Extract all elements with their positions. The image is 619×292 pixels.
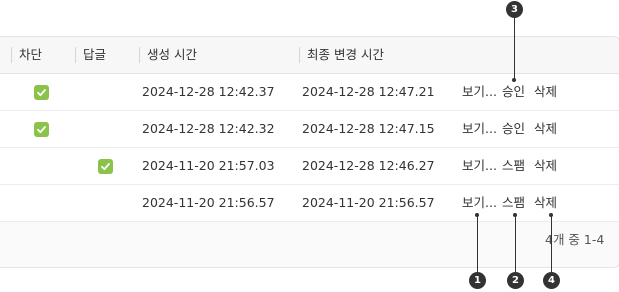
header-block[interactable]: 차단	[10, 37, 42, 73]
header-modified[interactable]: 최종 변경 시간	[299, 37, 384, 73]
delete-link[interactable]: 삭제	[534, 185, 557, 221]
created-time: 2024-11-20 21:56.57	[142, 195, 275, 210]
spam-link[interactable]: 스팸	[502, 148, 525, 184]
view-link[interactable]: 보기...	[462, 148, 497, 184]
created-time: 2024-12-28 12:42.37	[142, 84, 275, 99]
callout-leader-2	[515, 215, 516, 272]
modified-time: 2024-11-20 21:56.57	[302, 195, 435, 210]
header-created[interactable]: 생성 시간	[139, 37, 197, 73]
modified-time: 2024-12-28 12:47.21	[302, 84, 435, 99]
comments-table: 차단 답글 생성 시간 최종 변경 시간 2024-12-28 12:42.37…	[0, 36, 619, 268]
callout-leader-4	[551, 215, 552, 272]
modified-time: 2024-12-28 12:47.15	[302, 121, 435, 136]
table-row: 2024-12-28 12:42.32 2024-12-28 12:47.15 …	[0, 111, 619, 148]
created-time: 2024-11-20 21:57.03	[142, 158, 275, 173]
view-link[interactable]: 보기...	[462, 74, 497, 110]
callout-marker-2: 2	[507, 272, 524, 289]
view-link[interactable]: 보기...	[462, 111, 497, 147]
block-checkbox[interactable]	[34, 85, 49, 100]
pagination-info: 4개 중 1-4	[545, 232, 605, 247]
table-row: 2024-11-20 21:56.57 2024-11-20 21:56.57 …	[0, 185, 619, 222]
reply-checkbox[interactable]	[98, 159, 113, 174]
created-time: 2024-12-28 12:42.32	[142, 121, 275, 136]
comments-screen: 차단 답글 생성 시간 최종 변경 시간 2024-12-28 12:42.37…	[0, 0, 619, 292]
table-header: 차단 답글 생성 시간 최종 변경 시간	[0, 37, 619, 74]
delete-link[interactable]: 삭제	[534, 111, 557, 147]
table-row: 2024-12-28 12:42.37 2024-12-28 12:47.21 …	[0, 74, 619, 111]
block-checkbox[interactable]	[34, 122, 49, 137]
delete-link[interactable]: 삭제	[534, 148, 557, 184]
header-reply[interactable]: 답글	[74, 37, 106, 73]
check-icon	[37, 89, 46, 97]
callout-marker-3: 3	[506, 1, 523, 18]
callout-dot-3	[512, 78, 516, 82]
callout-marker-1: 1	[469, 272, 486, 289]
modified-time: 2024-12-28 12:46.27	[302, 158, 435, 173]
table-footer: 4개 중 1-4	[0, 222, 619, 267]
view-link[interactable]: 보기...	[462, 185, 497, 221]
callout-marker-4: 4	[543, 272, 560, 289]
approve-link[interactable]: 승인	[502, 111, 525, 147]
check-icon	[37, 126, 46, 134]
check-icon	[101, 163, 110, 171]
delete-link[interactable]: 삭제	[534, 74, 557, 110]
callout-leader-1	[477, 215, 478, 272]
table-row: 2024-11-20 21:57.03 2024-12-28 12:46.27 …	[0, 148, 619, 185]
callout-leader-3	[514, 18, 515, 80]
